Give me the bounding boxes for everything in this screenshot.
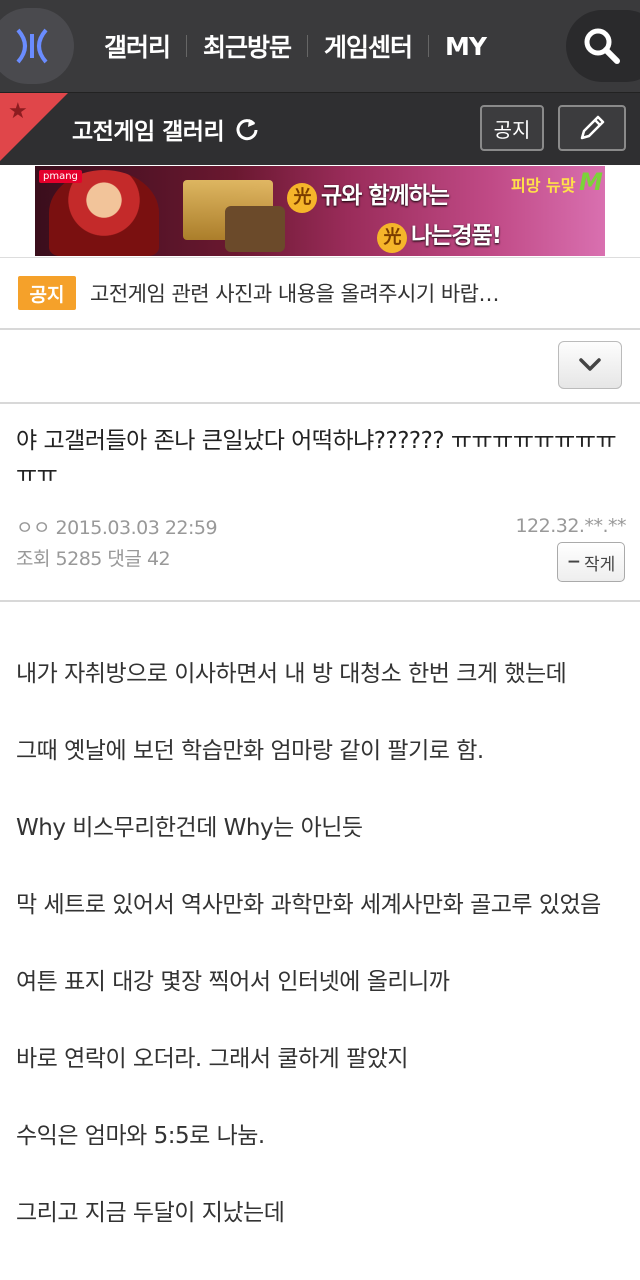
notice-badge: 공지 — [18, 276, 76, 310]
ad-banner-area: pmang 光 규와 함께하는 光 나는경품! 피망 뉴맞 M — [0, 165, 640, 257]
post-paragraph: 내가 자취방으로 이사하면서 내 방 대청소 한번 크게 했는데 — [16, 661, 567, 687]
star-icon[interactable]: ★ — [8, 99, 28, 124]
dc-logo-icon[interactable] — [0, 8, 74, 84]
search-button[interactable] — [566, 10, 640, 82]
post-paragraph: Why 비스무리한건데 Why는 아닌듯 — [16, 815, 363, 841]
banner-brand-pimang: 피망 뉴맞 — [511, 172, 575, 196]
post-author[interactable]: ㅇㅇ — [16, 517, 50, 539]
banner-text-1: 규와 함께하는 — [321, 183, 450, 209]
gallery-title-text: 고전게임 갤러리 — [72, 119, 225, 145]
pencil-icon — [580, 115, 605, 140]
expand-row — [0, 330, 640, 404]
comments-label: 댓글 — [107, 548, 142, 570]
banner-brand2-text: 피망 — [511, 176, 541, 195]
banner-bag-image — [225, 206, 285, 252]
nav-game-center[interactable]: 게임센터 — [308, 28, 428, 64]
post-author-date: ㅇㅇ 2015.03.03 22:59 — [16, 513, 218, 540]
search-icon — [584, 28, 620, 64]
post-body: 내가 자취방으로 이사하면서 내 방 대청소 한번 크게 했는데 그때 옛날에 … — [0, 602, 640, 1231]
banner-text-2: 나는경품! — [411, 223, 502, 249]
nav-gallery[interactable]: 갤러리 — [88, 28, 186, 64]
notice-button[interactable]: 공지 — [480, 105, 544, 151]
banner-m-logo: M — [579, 168, 603, 196]
nav-recent-visits[interactable]: 최근방문 — [187, 28, 307, 64]
views-label: 조회 — [16, 548, 50, 570]
post-stats: 조회 5285 댓글 42 — [16, 544, 171, 571]
top-navigation-bar: 갤러리 최근방문 게임센터 MY — [0, 0, 640, 92]
post-date: 2015.03.03 22:59 — [55, 517, 218, 539]
font-shrink-button[interactable]: − 작게 — [557, 542, 625, 582]
chevron-down-icon — [579, 358, 601, 371]
ad-banner[interactable]: pmang 光 규와 함께하는 光 나는경품! 피망 뉴맞 M — [35, 166, 605, 256]
views-count: 5285 — [55, 548, 103, 570]
shrink-label: 작게 — [583, 554, 616, 575]
post-paragraph: 그리고 지금 두달이 지났는데 — [16, 1200, 285, 1226]
post-paragraph: 여튼 표지 대강 몇장 찍어서 인터넷에 올리니까 — [16, 969, 450, 995]
banner-headline-1: 光 규와 함께하는 — [287, 176, 450, 213]
light-badge-icon: 光 — [377, 223, 407, 253]
expand-button[interactable] — [558, 341, 622, 389]
write-button[interactable] — [558, 105, 626, 151]
post-paragraph: 막 세트로 있어서 역사만화 과학만화 세계사만화 골고루 있었음 — [16, 892, 601, 918]
post-paragraph: 그때 옛날에 보던 학습만화 엄마랑 같이 팔기로 함. — [16, 738, 484, 764]
minus-icon: − — [566, 552, 581, 572]
nav-my[interactable]: MY — [429, 32, 502, 61]
post-paragraph: 수익은 엄마와 5:5로 나눔. — [16, 1123, 265, 1149]
comments-count: 42 — [146, 548, 171, 570]
refresh-icon[interactable] — [234, 116, 260, 142]
light-badge-icon: 光 — [287, 183, 317, 213]
banner-brand-logo: pmang — [39, 170, 82, 183]
notice-row[interactable]: 공지 고전게임 관련 사진과 내용을 올려주시기 바랍… — [0, 257, 640, 330]
post-paragraph: 바로 연락이 오더라. 그래서 쿨하게 팔았지 — [16, 1046, 409, 1072]
gallery-header: ★ 고전게임 갤러리 공지 — [0, 92, 640, 165]
gallery-title[interactable]: 고전게임 갤러리 — [72, 93, 260, 165]
post-ip: 122.32.**.** — [515, 515, 626, 537]
post-header: 야 고갤러들아 존나 큰일났다 어떡하냐?????? ㅠㅠㅠㅠㅠㅠㅠㅠㅠㅠ ㅇㅇ… — [0, 404, 640, 602]
banner-brand3-text: 뉴맞 — [546, 176, 576, 195]
banner-headline-2: 光 나는경품! — [377, 216, 502, 253]
notice-text[interactable]: 고전게임 관련 사진과 내용을 올려주시기 바랍… — [90, 278, 499, 308]
post-title: 야 고갤러들아 존나 큰일났다 어떡하냐?????? ㅠㅠㅠㅠㅠㅠㅠㅠㅠㅠ — [16, 428, 617, 488]
